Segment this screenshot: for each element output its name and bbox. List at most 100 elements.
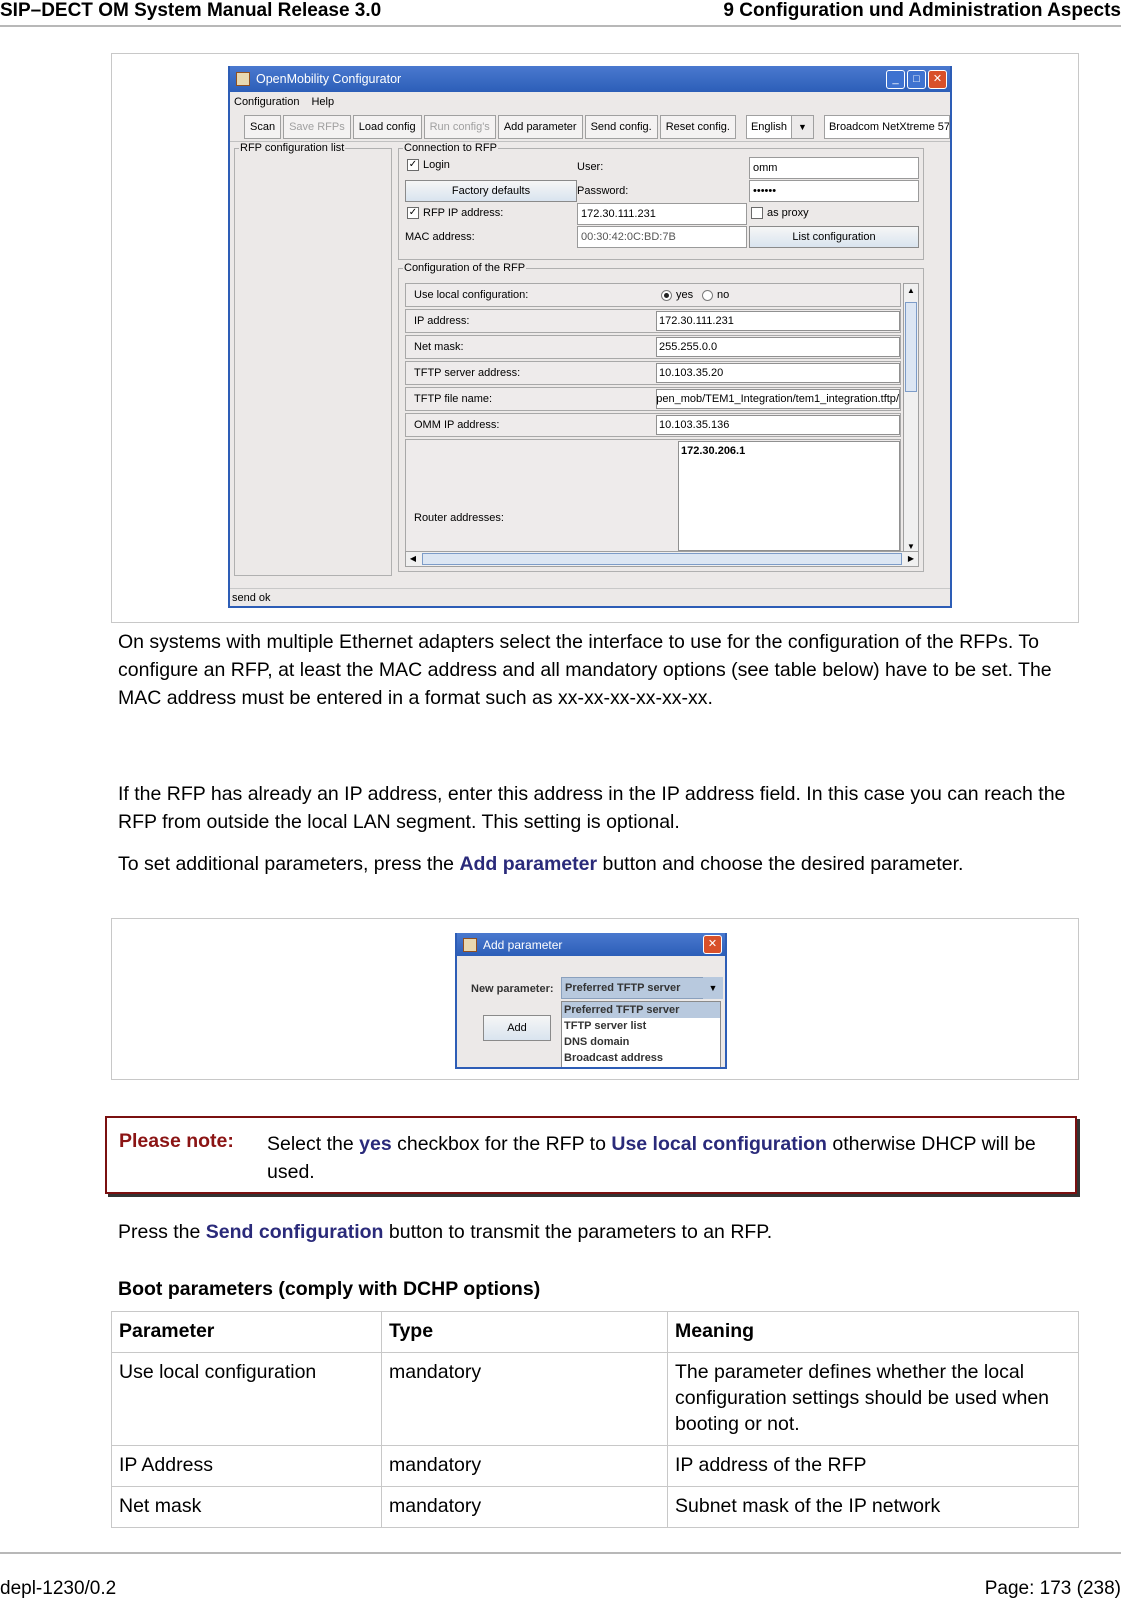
- add-parameter-dialog: Add parameter ✕ New parameter: Preferred…: [455, 933, 727, 1069]
- option-item[interactable]: Preferred TFTP server: [562, 1002, 720, 1018]
- table-row: Net mask mandatory Subnet mask of the IP…: [111, 1486, 1079, 1528]
- scroll-up-icon[interactable]: ▲: [904, 284, 918, 298]
- header-meaning: Meaning: [667, 1311, 1079, 1353]
- as-proxy-label: as proxy: [767, 207, 809, 219]
- window-titlebar: OpenMobility Configurator _ □ ✕: [230, 66, 950, 92]
- yes-label: yes: [676, 289, 694, 301]
- password-input[interactable]: ••••••: [749, 180, 919, 202]
- manual-title: SIP–DECT OM System Manual Release 3.0: [0, 0, 382, 21]
- page-number: Page: 173 (238): [984, 1578, 1121, 1599]
- as-proxy-checkbox[interactable]: as proxy: [751, 207, 809, 220]
- yes-radio[interactable]: yes: [661, 289, 693, 301]
- chevron-down-icon[interactable]: ▼: [790, 115, 813, 138]
- reset-config-button[interactable]: Reset config.: [659, 114, 736, 139]
- chapter-title: 9 Configuration und Administration Aspec…: [723, 0, 1121, 21]
- radio-selected-icon: [661, 289, 672, 301]
- document-id: depl-1230/0.2: [0, 1578, 117, 1599]
- chevron-down-icon[interactable]: ▼: [703, 977, 723, 999]
- network-interface-select[interactable]: Broadcom NetXtreme 57: [823, 114, 950, 139]
- checkmark-icon: ✓: [407, 207, 419, 220]
- boot-parameters-table: Parameter Type Meaning Use local configu…: [111, 1311, 1079, 1528]
- net-mask-input[interactable]: 255.255.0.0: [656, 337, 900, 357]
- paragraph-ip-text: If the RFP has already an IP address, en…: [118, 783, 1066, 833]
- config-row-label: TFTP server address:: [414, 367, 521, 379]
- config-row-label: TFTP file name:: [414, 393, 493, 405]
- paragraph-add-parameter: To set additional parameters, press the …: [118, 850, 1068, 878]
- list-configuration-button[interactable]: List configuration: [749, 226, 919, 248]
- paragraph-send-config: Press the Send configuration button to t…: [118, 1218, 1068, 1246]
- text: button and choose the desired parameter.: [597, 853, 964, 875]
- router-textarea[interactable]: 172.30.206.1: [678, 441, 900, 551]
- scroll-left-icon[interactable]: ◀: [406, 552, 420, 566]
- add-parameter-button[interactable]: Add parameter: [497, 114, 583, 139]
- parameter-select[interactable]: Preferred TFTP server: [561, 977, 709, 999]
- send-config-button[interactable]: Send config.: [584, 114, 658, 139]
- table-row: Use local configuration mandatory The pa…: [111, 1352, 1079, 1446]
- cell-parameter: Net mask: [111, 1486, 382, 1528]
- config-row: IP address: 172.30.111.231: [405, 309, 901, 333]
- rfp-list-title: RFP configuration list: [239, 142, 346, 154]
- configuration-title: Configuration of the RFP: [403, 262, 527, 274]
- window-title: OpenMobility Configurator: [256, 72, 402, 86]
- run-configs-button[interactable]: Run config's: [423, 114, 496, 139]
- option-item[interactable]: DNS domain: [562, 1034, 720, 1050]
- scroll-right-icon[interactable]: ▶: [904, 552, 918, 566]
- cell-parameter: Use local configuration: [111, 1352, 382, 1446]
- dialog-titlebar: Add parameter ✕: [457, 933, 725, 956]
- user-input[interactable]: omm: [749, 157, 919, 179]
- rfp-ip-label: RFP IP address:: [423, 207, 504, 219]
- cell-meaning: Subnet mask of the IP network: [667, 1486, 1079, 1528]
- factory-defaults-button[interactable]: Factory defaults: [405, 180, 577, 202]
- new-parameter-label: New parameter:: [471, 983, 554, 995]
- footer-divider: [0, 1552, 1121, 1554]
- horizontal-scrollbar[interactable]: ◀ ▶: [405, 551, 919, 567]
- no-label: no: [717, 289, 730, 301]
- config-row: OMM IP address: 10.103.35.136: [405, 413, 901, 437]
- toolbar: Scan Save RFPs Load config Run config's …: [230, 112, 950, 142]
- minimize-icon[interactable]: _: [886, 69, 905, 89]
- rfp-ip-input[interactable]: 172.30.111.231: [577, 203, 747, 225]
- java-app-icon: [236, 72, 250, 86]
- router-row: Router addresses: 172.30.206.1: [405, 439, 901, 553]
- add-button[interactable]: Add: [483, 1015, 551, 1041]
- rfp-configuration-list[interactable]: RFP configuration list: [234, 142, 392, 576]
- maximize-icon[interactable]: □: [907, 69, 926, 89]
- highlight-send-configuration: Send configuration: [205, 1221, 384, 1243]
- load-config-button[interactable]: Load config: [352, 114, 422, 139]
- mac-input[interactable]: 00:30:42:0C:BD:7B: [577, 226, 747, 248]
- menu-help[interactable]: Help: [311, 96, 334, 108]
- no-radio[interactable]: no: [702, 289, 729, 301]
- scan-button[interactable]: Scan: [244, 114, 282, 139]
- checkmark-icon: ✓: [407, 159, 419, 172]
- save-rfps-button[interactable]: Save RFPs: [283, 114, 351, 139]
- user-label: User:: [577, 161, 604, 173]
- login-checkbox[interactable]: ✓ Login: [407, 159, 450, 172]
- cell-type: mandatory: [381, 1486, 668, 1528]
- menu-configuration[interactable]: Configuration: [234, 96, 299, 108]
- cell-meaning: IP address of the RFP: [667, 1445, 1079, 1487]
- close-icon[interactable]: ✕: [928, 69, 947, 89]
- close-icon[interactable]: ✕: [703, 935, 722, 954]
- option-item[interactable]: Broadcast address: [562, 1050, 720, 1066]
- cell-meaning: The parameter defines whether the local …: [667, 1352, 1079, 1446]
- omm-ip-input[interactable]: 10.103.35.136: [656, 415, 900, 435]
- vertical-scrollbar[interactable]: ▲ ▼: [903, 283, 919, 555]
- scroll-thumb[interactable]: [905, 302, 917, 392]
- option-item[interactable]: TFTP server list: [562, 1018, 720, 1034]
- note-label: Please note:: [119, 1130, 234, 1152]
- scroll-thumb[interactable]: [422, 553, 902, 565]
- header-parameter: Parameter: [111, 1311, 382, 1353]
- use-local-label: Use local configuration:: [414, 289, 529, 301]
- language-select[interactable]: English ▼: [745, 114, 814, 139]
- text: button to transmit the parameters to an …: [383, 1221, 773, 1243]
- tftp-file-input[interactable]: /open_mob/TEM1_Integration/tem1_integrat…: [656, 389, 900, 409]
- config-row-label: OMM IP address:: [414, 419, 500, 431]
- table-row: IP Address mandatory IP address of the R…: [111, 1445, 1079, 1487]
- rfp-ip-checkbox[interactable]: ✓ RFP IP address:: [407, 207, 504, 220]
- ip-address-input[interactable]: 172.30.111.231: [656, 311, 900, 331]
- paragraph-ip-address: If the RFP has already an IP address, en…: [118, 780, 1068, 836]
- paragraph-ethernet: On systems with multiple Ethernet adapte…: [118, 631, 1052, 709]
- tftp-server-input[interactable]: 10.103.35.20: [656, 363, 900, 383]
- config-row: TFTP server address: 10.103.35.20: [405, 361, 901, 385]
- connection-title: Connection to RFP: [403, 142, 498, 154]
